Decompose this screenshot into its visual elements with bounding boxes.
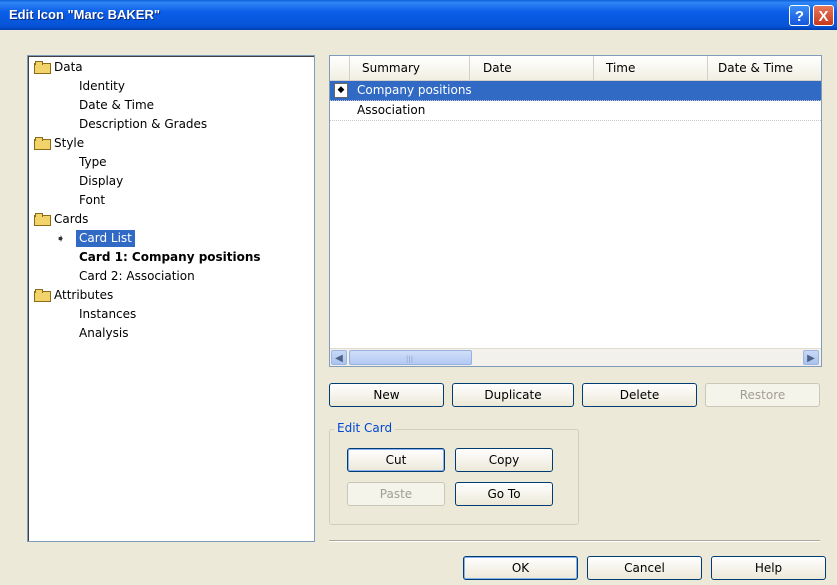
tree-item-style[interactable]: Style [34,135,84,152]
list-header: Summary Date Time Date & Time [330,56,821,81]
ok-button[interactable]: OK [463,556,578,580]
scroll-right-icon[interactable]: ▶ [803,350,819,365]
arrow-right-icon: ➧ [56,232,66,245]
duplicate-button[interactable]: Duplicate [452,383,574,407]
tree-label: Style [54,136,85,150]
list-row[interactable]: ◆ Company positions [330,81,821,101]
tree-item-instances[interactable]: Instances [79,306,136,323]
scroll-left-icon[interactable]: ◀ [331,350,347,365]
tree-label: Attributes [54,288,114,302]
column-header-time[interactable]: Time [594,56,708,80]
edit-icon-dialog: Edit Icon "Marc BAKER" ? X Data Identity… [0,0,837,585]
tree-item-data[interactable]: Data [34,59,83,76]
drag-handle-icon: ◆ [334,83,348,98]
tree-item-cards[interactable]: Cards [34,211,88,228]
window-title: Edit Icon "Marc BAKER" [9,7,161,22]
row-summary: Association [357,103,426,117]
tree-label: Data [54,60,83,74]
edit-card-group [329,429,579,525]
tree-item-display[interactable]: Display [79,173,123,190]
close-icon[interactable]: X [813,5,834,26]
tree-item-type[interactable]: Type [79,154,107,171]
tree-item-font[interactable]: Font [79,192,105,209]
goto-button[interactable]: Go To [455,482,553,506]
tree-item-description[interactable]: Description & Grades [79,116,207,133]
title-bar[interactable]: Edit Icon "Marc BAKER" ? X [0,0,837,30]
card-list-view[interactable]: Summary Date Time Date & Time ◆ Company … [329,55,822,367]
tree-label: Card List [76,230,135,247]
folder-icon [34,137,51,150]
column-header-summary[interactable]: Summary [350,56,470,80]
paste-button[interactable]: Paste [347,482,445,506]
help-button[interactable]: Help [711,556,826,580]
folder-icon [34,289,51,302]
column-header-date-time[interactable]: Date & Time [708,56,821,80]
column-header-date[interactable]: Date [470,56,594,80]
tree-label: Cards [54,212,89,226]
row-summary: Company positions [357,83,472,97]
scroll-thumb[interactable]: ||| [349,350,472,365]
tree-item-attributes[interactable]: Attributes [34,287,113,304]
folder-icon [34,61,51,74]
cut-button[interactable]: Cut [347,448,445,472]
cancel-button[interactable]: Cancel [587,556,702,580]
navigation-tree: Data Identity Date & Time Description & … [27,55,315,542]
folder-icon [34,213,51,226]
tree-item-card-2[interactable]: Card 2: Association [79,268,195,285]
tree-item-date-time[interactable]: Date & Time [79,97,154,114]
column-header-icon[interactable] [330,56,350,80]
tree-item-card-1[interactable]: Card 1: Company positions [79,249,261,266]
horizontal-scrollbar[interactable]: ◀ ||| ▶ [330,348,821,366]
copy-button[interactable]: Copy [455,448,553,472]
list-row[interactable]: Association [330,101,821,121]
separator [329,540,820,542]
tree-item-identity[interactable]: Identity [79,78,125,95]
new-button[interactable]: New [329,383,444,407]
delete-button[interactable]: Delete [582,383,697,407]
grip-icon: ||| [406,355,414,363]
restore-button[interactable]: Restore [705,383,820,407]
tree-item-analysis[interactable]: Analysis [79,325,128,342]
help-icon[interactable]: ? [789,5,810,26]
edit-card-label: Edit Card [334,421,396,435]
tree-item-card-list[interactable]: ➧ Card List [28,230,168,247]
